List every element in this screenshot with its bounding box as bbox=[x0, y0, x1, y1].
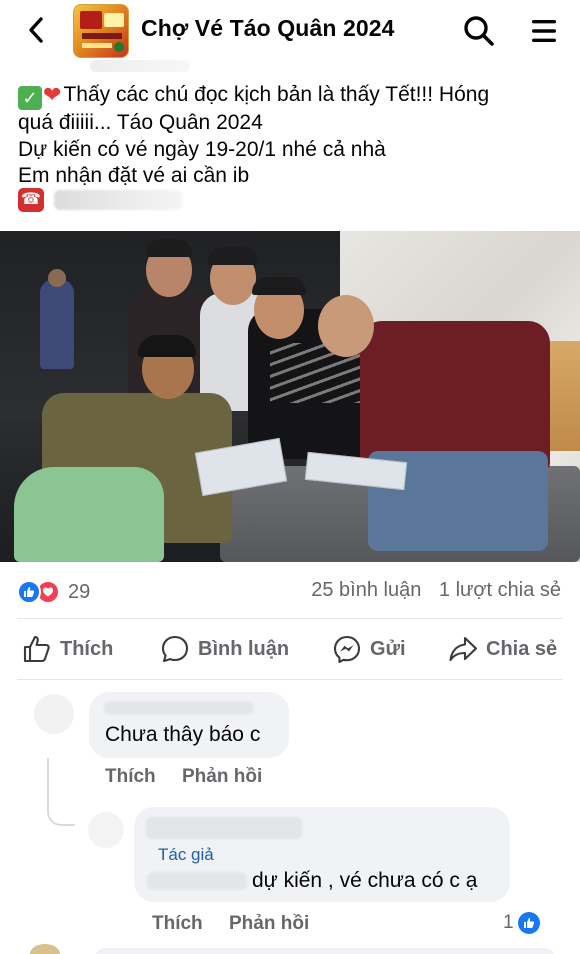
heart-icon: ❤ bbox=[43, 82, 62, 107]
reaction-count: 29 bbox=[68, 580, 91, 603]
send-label: Gửi bbox=[370, 637, 406, 660]
like-reaction-icon bbox=[17, 580, 41, 604]
reaction-summary[interactable]: 29 bbox=[17, 578, 90, 606]
like-label: Thích bbox=[60, 637, 114, 660]
comment-label: Bình luận bbox=[198, 637, 290, 660]
comment-reply-button[interactable]: Phản hồi bbox=[182, 766, 262, 788]
post-body: ✓ ❤Thấy các chú đọc kịch bản là thấy Tết!… bbox=[18, 82, 563, 190]
tagged-name-obscured bbox=[147, 872, 247, 890]
group-title[interactable]: Chợ Vé Táo Quân 2024 bbox=[141, 15, 395, 42]
comment-count[interactable]: 25 bình luận bbox=[311, 579, 421, 601]
post-photo[interactable] bbox=[0, 231, 580, 562]
reply-text: dự kiến , vé chưa có c ạ bbox=[252, 869, 478, 892]
next-comment-bubble bbox=[95, 948, 555, 954]
phone-number-obscured bbox=[54, 190, 182, 210]
avatar[interactable] bbox=[88, 812, 124, 848]
commenter-name-obscured bbox=[104, 701, 254, 715]
post-line-1: ✓ ❤Thấy các chú đọc kịch bản là thấy Tết!… bbox=[18, 82, 563, 110]
messenger-icon bbox=[333, 635, 361, 664]
reply-thread-line bbox=[47, 758, 75, 826]
share-label: Chia sẻ bbox=[486, 637, 558, 660]
divider bbox=[17, 618, 563, 619]
group-avatar[interactable] bbox=[73, 4, 129, 58]
divider bbox=[17, 679, 563, 680]
reply-reaction-summary[interactable]: 1 bbox=[503, 910, 540, 936]
comment-like-button[interactable]: Thích bbox=[105, 766, 156, 788]
post-line-2: quá điiiii... Táo Quân 2024 bbox=[18, 111, 263, 134]
post-meta-obscured bbox=[90, 60, 190, 72]
replier-name-obscured bbox=[146, 817, 302, 839]
back-arrow-icon[interactable] bbox=[22, 15, 50, 45]
post-stats: 25 bình luận 1 lượt chia sẻ bbox=[311, 579, 561, 602]
share-button[interactable]: Chia sẻ bbox=[448, 632, 557, 666]
like-reaction-icon bbox=[517, 912, 540, 934]
share-arrow-icon bbox=[449, 636, 478, 662]
thumbs-up-icon bbox=[23, 635, 50, 663]
menu-icon[interactable] bbox=[530, 16, 558, 46]
reply-like-count: 1 bbox=[503, 912, 514, 933]
comment-bubble-icon bbox=[161, 635, 189, 663]
comment-button[interactable]: Bình luận bbox=[160, 632, 289, 666]
check-mark-icon: ✓ bbox=[18, 86, 42, 110]
avatar[interactable] bbox=[34, 694, 74, 734]
top-bar: Chợ Vé Táo Quân 2024 bbox=[0, 0, 580, 62]
search-icon[interactable] bbox=[462, 14, 496, 48]
author-badge: Tác giả bbox=[158, 845, 214, 864]
reply-reply-button[interactable]: Phản hồi bbox=[229, 913, 309, 935]
share-count[interactable]: 1 lượt chia sẻ bbox=[439, 579, 561, 601]
post-line-3: Dự kiến có vé ngày 19-20/1 nhé cả nhà bbox=[18, 137, 386, 161]
avatar[interactable] bbox=[30, 944, 60, 954]
like-button[interactable]: Thích bbox=[22, 632, 113, 666]
reply-like-button[interactable]: Thích bbox=[152, 913, 203, 935]
phone-row: ☎ bbox=[18, 186, 182, 214]
send-button[interactable]: Gửi bbox=[332, 632, 406, 666]
telephone-icon: ☎ bbox=[18, 188, 44, 212]
comment-text: Chưa thây báo c bbox=[105, 723, 261, 746]
